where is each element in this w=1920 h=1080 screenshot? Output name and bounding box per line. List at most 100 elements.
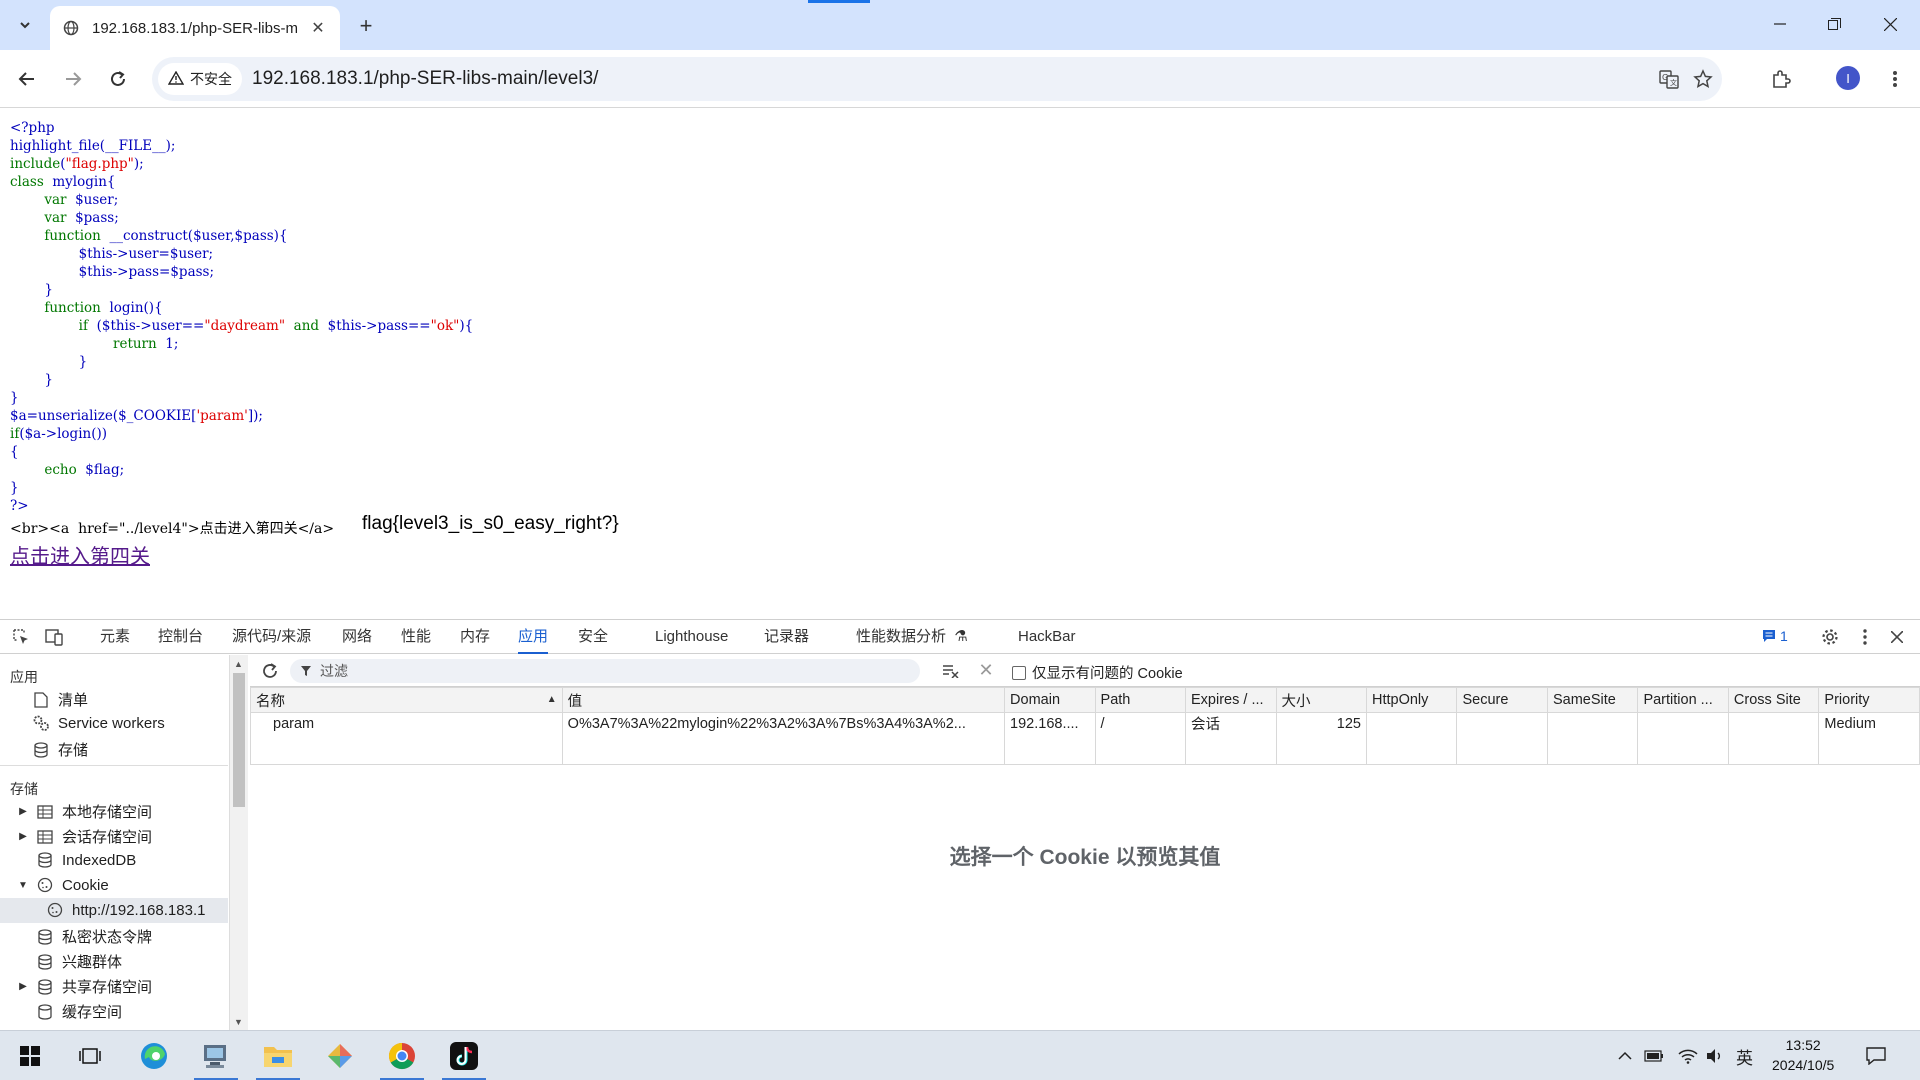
tab-lighthouse[interactable]: Lighthouse bbox=[655, 620, 728, 654]
column-header-value[interactable]: 值 bbox=[561, 687, 1006, 713]
delete-selected-icon[interactable]: ✕ bbox=[976, 659, 996, 681]
security-chip[interactable]: 不安全 bbox=[158, 63, 242, 95]
expand-arrow-icon[interactable]: ▶ bbox=[18, 806, 28, 817]
tab-search-button[interactable] bbox=[12, 12, 38, 38]
taskbar-edge[interactable] bbox=[128, 1031, 180, 1080]
scrollbar-thumb[interactable] bbox=[233, 673, 245, 807]
tab-recorder[interactable]: 记录器 bbox=[764, 620, 809, 654]
sidebar-item-indexeddb[interactable]: IndexedDB bbox=[18, 851, 136, 869]
expand-arrow-icon[interactable]: ▶ bbox=[18, 831, 28, 842]
database-icon bbox=[36, 1003, 54, 1021]
sidebar-item-interest-groups[interactable]: 兴趣群体 bbox=[18, 951, 122, 972]
column-header-path[interactable]: Path bbox=[1094, 687, 1187, 713]
column-header-crosssite[interactable]: Cross Site bbox=[1727, 687, 1820, 713]
url-text[interactable]: 192.168.183.1/php-SER-libs-main/level3/ bbox=[252, 68, 598, 90]
tab-performance[interactable]: 性能 bbox=[401, 620, 431, 654]
restore-icon[interactable] bbox=[1814, 8, 1854, 40]
reload-icon[interactable] bbox=[103, 64, 133, 94]
sidebar-scrollbar[interactable]: ▲ ▼ bbox=[229, 655, 248, 1031]
sidebar-item-cache-storage[interactable]: 缓存空间 bbox=[18, 1001, 122, 1022]
sidebar-item-shared-storage[interactable]: ▶ 共享存储空间 bbox=[18, 976, 152, 997]
taskbar-vmware[interactable] bbox=[190, 1031, 242, 1080]
taskbar-app-colorful[interactable] bbox=[314, 1031, 366, 1080]
scroll-up-arrow-icon[interactable]: ▲ bbox=[234, 659, 243, 669]
browser-tab[interactable]: 192.168.183.1/php-SER-libs-m ✕ bbox=[50, 6, 340, 50]
code-line: } bbox=[10, 480, 19, 496]
bookmark-star-icon[interactable] bbox=[1691, 67, 1715, 91]
column-header-domain[interactable]: Domain bbox=[1004, 687, 1096, 713]
clock-date: 2024/10/5 bbox=[1772, 1057, 1835, 1073]
column-header-name[interactable]: 名称 ▲ bbox=[250, 687, 563, 713]
sidebar-item-private-state-tokens[interactable]: 私密状态令牌 bbox=[18, 926, 152, 947]
taskbar-clock[interactable]: 13:52 2024/10/5 bbox=[1772, 1035, 1834, 1075]
next-level-link[interactable]: 点击进入第四关 bbox=[10, 540, 150, 569]
settings-gear-icon[interactable] bbox=[1819, 626, 1841, 648]
notifications-icon[interactable] bbox=[1866, 1045, 1886, 1067]
expand-arrow-icon[interactable]: ▶ bbox=[18, 981, 28, 992]
forward-arrow-icon[interactable] bbox=[58, 64, 88, 94]
wifi-icon[interactable] bbox=[1678, 1045, 1698, 1067]
tab-performance-insights[interactable]: 性能数据分析 ⚗ bbox=[856, 620, 968, 654]
sidebar-item-session-storage[interactable]: ▶ 会话存储空间 bbox=[18, 826, 152, 847]
only-issues-checkbox[interactable]: 仅显示有问题的 Cookie bbox=[1012, 662, 1183, 683]
collapse-arrow-icon[interactable]: ▼ bbox=[18, 880, 28, 891]
inspect-element-icon[interactable] bbox=[10, 626, 32, 648]
sidebar-item-service-workers[interactable]: Service workers bbox=[32, 714, 165, 732]
cookie-icon bbox=[46, 901, 64, 919]
column-header-partition[interactable]: Partition ... bbox=[1637, 687, 1729, 713]
messages-badge[interactable]: 1 bbox=[1762, 628, 1788, 644]
column-header-samesite[interactable]: SameSite bbox=[1546, 687, 1639, 713]
taskbar-chrome[interactable] bbox=[376, 1031, 428, 1080]
raw-html-text: <br><a href="../level4">点击进入第四关</a> bbox=[10, 521, 335, 537]
sidebar-item-storage-overview[interactable]: 存储 bbox=[32, 739, 88, 760]
devtools-menu-icon[interactable] bbox=[1854, 626, 1876, 648]
tab-title: 192.168.183.1/php-SER-libs-m bbox=[92, 19, 298, 37]
table-row[interactable]: param O%3A7%3A%22mylogin%22%3A2%3A%7Bs%3… bbox=[250, 712, 1920, 735]
cell-httponly bbox=[1365, 712, 1458, 735]
close-devtools-icon[interactable] bbox=[1886, 626, 1908, 648]
column-header-httponly[interactable]: HttpOnly bbox=[1365, 687, 1458, 713]
tab-security[interactable]: 安全 bbox=[578, 620, 608, 654]
task-view-button[interactable] bbox=[64, 1031, 116, 1080]
back-arrow-icon[interactable] bbox=[12, 64, 42, 94]
volume-icon[interactable] bbox=[1706, 1045, 1724, 1067]
tab-memory[interactable]: 内存 bbox=[460, 620, 490, 654]
tab-elements[interactable]: 元素 bbox=[100, 620, 130, 654]
translate-icon[interactable]: G文 bbox=[1657, 67, 1681, 91]
column-header-priority[interactable]: Priority bbox=[1818, 687, 1920, 713]
device-toolbar-icon[interactable] bbox=[44, 626, 66, 648]
tab-application[interactable]: 应用 bbox=[518, 620, 549, 654]
column-header-size[interactable]: 大小 bbox=[1275, 687, 1367, 713]
close-tab-icon[interactable]: ✕ bbox=[308, 18, 328, 38]
scroll-down-arrow-icon[interactable]: ▼ bbox=[234, 1017, 243, 1027]
taskbar-tiktok[interactable] bbox=[438, 1031, 490, 1080]
sidebar-item-local-storage[interactable]: ▶ 本地存储空间 bbox=[18, 801, 152, 822]
cookie-filter-input[interactable]: 过滤 bbox=[290, 659, 920, 683]
tab-hackbar[interactable]: HackBar bbox=[1018, 620, 1076, 654]
clear-all-cookies-icon[interactable] bbox=[940, 661, 962, 681]
column-header-secure[interactable]: Secure bbox=[1456, 687, 1548, 713]
refresh-icon[interactable] bbox=[260, 661, 280, 681]
start-button[interactable] bbox=[4, 1031, 56, 1080]
address-bar[interactable]: 不安全 192.168.183.1/php-SER-libs-main/leve… bbox=[152, 57, 1722, 101]
virtual-machine-icon bbox=[204, 1045, 226, 1068]
ime-indicator[interactable]: 英 bbox=[1736, 1045, 1753, 1068]
minimize-icon[interactable] bbox=[1760, 8, 1800, 40]
taskbar-file-explorer[interactable] bbox=[252, 1031, 304, 1080]
sidebar-item-cookie-origin[interactable]: http://192.168.183.1 bbox=[46, 901, 205, 919]
show-hidden-icons-chevron[interactable] bbox=[1618, 1045, 1632, 1067]
sidebar-item-cookie[interactable]: ▼ Cookie bbox=[18, 876, 109, 894]
battery-icon[interactable] bbox=[1644, 1045, 1664, 1067]
tab-sources[interactable]: 源代码/来源 bbox=[232, 620, 311, 654]
tab-console[interactable]: 控制台 bbox=[158, 620, 203, 654]
more-menu-icon[interactable] bbox=[1880, 64, 1910, 94]
checkbox-box[interactable] bbox=[1012, 665, 1026, 680]
close-window-icon[interactable] bbox=[1870, 8, 1910, 40]
column-header-expires[interactable]: Expires / ... bbox=[1185, 687, 1277, 713]
extensions-puzzle-icon[interactable] bbox=[1766, 64, 1796, 94]
profile-avatar[interactable]: I bbox=[1836, 66, 1860, 90]
new-tab-button[interactable]: + bbox=[352, 12, 380, 40]
sidebar-item-manifest[interactable]: 清单 bbox=[32, 689, 88, 710]
tab-network[interactable]: 网络 bbox=[342, 620, 372, 654]
cookie-filter-bar: 过滤 ✕ 仅显示有问题的 Cookie bbox=[250, 655, 1920, 687]
